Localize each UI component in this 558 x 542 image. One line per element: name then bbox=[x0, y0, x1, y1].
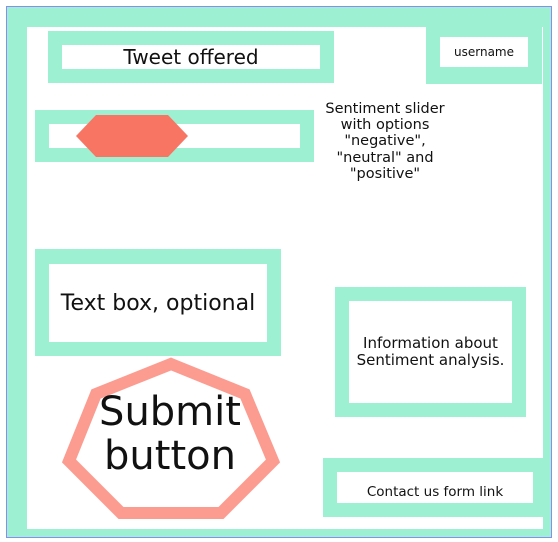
submit-button-label[interactable]: Submit button bbox=[70, 390, 270, 478]
submit-label-line1: Submit bbox=[99, 389, 241, 435]
submit-label-line2: button bbox=[104, 433, 236, 479]
slider-handle[interactable] bbox=[76, 115, 188, 157]
